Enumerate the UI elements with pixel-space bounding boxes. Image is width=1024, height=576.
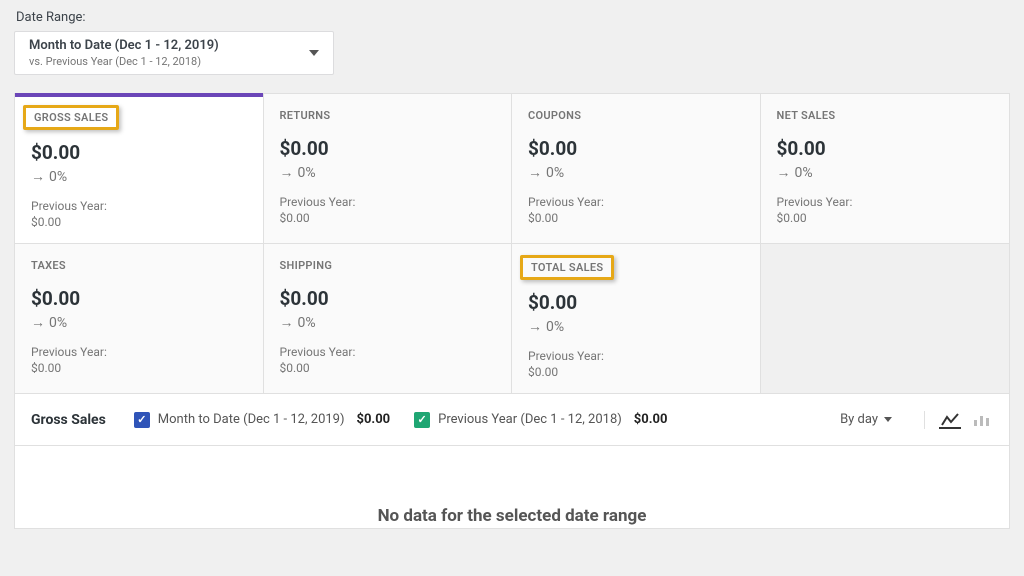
legend-bar: Gross Sales ✓ Month to Date (Dec 1 - 12,… [15,394,1009,446]
legend-primary-value: $0.00 [357,412,391,427]
chart-area: No data for the selected date range [15,446,1009,528]
arrow-right-icon [528,318,542,335]
tab-value: $0.00 [280,287,496,310]
chevron-down-icon [309,50,319,56]
tab-gross-sales[interactable]: GROSS SALES $0.00 0% Previous Year: $0.00 [15,94,264,244]
legend-secondary-label: Previous Year (Dec 1 - 12, 2018) [438,412,622,427]
tab-value: $0.00 [31,141,247,164]
metric-tabs: GROSS SALES$0.000%Previous Year:$0.00RET… [15,94,1009,394]
arrow-right-icon [528,164,542,181]
line-chart-icon[interactable] [939,411,961,429]
tab-value: $0.00 [31,287,247,310]
tab-value: $0.00 [777,137,994,160]
tab-title: COUPONS [528,109,581,122]
date-range-main: Month to Date (Dec 1 - 12, 2019) [29,38,219,53]
legend-primary-label: Month to Date (Dec 1 - 12, 2019) [158,412,345,427]
tab-prev-label: Previous Year: [777,195,994,209]
legend-title: Gross Sales [31,412,106,428]
tab-prev-label: Previous Year: [280,345,496,359]
arrow-right-icon [31,168,45,185]
tab-change: 0% [280,314,496,331]
date-range-picker[interactable]: Month to Date (Dec 1 - 12, 2019) vs. Pre… [14,31,334,75]
arrow-right-icon [777,164,791,181]
tab-prev-value: $0.00 [31,215,247,229]
arrow-right-icon [31,314,45,331]
legend-secondary[interactable]: ✓ Previous Year (Dec 1 - 12, 2018) $0.00 [414,412,667,428]
tab-prev-value: $0.00 [31,361,247,375]
tab-title: TAXES [31,259,66,272]
report-card: GROSS SALES$0.000%Previous Year:$0.00RET… [14,93,1010,529]
bar-chart-icon[interactable] [971,411,993,429]
legend-primary[interactable]: ✓ Month to Date (Dec 1 - 12, 2019) $0.00 [134,412,390,428]
tab-prev-value: $0.00 [280,211,496,225]
tab-prev-value: $0.00 [777,211,994,225]
tab-taxes[interactable]: TAXES $0.00 0% Previous Year: $0.00 [15,244,264,394]
date-range-sub: vs. Previous Year (Dec 1 - 12, 2018) [29,55,219,68]
tab-prev-label: Previous Year: [31,199,247,213]
tab-change: 0% [777,164,994,181]
tab-prev-label: Previous Year: [528,195,744,209]
legend-secondary-value: $0.00 [634,412,668,427]
tab-prev-value: $0.00 [528,211,744,225]
tab-total-sales[interactable]: TOTAL SALES $0.00 0% Previous Year: $0.00 [512,244,761,394]
arrow-right-icon [280,164,294,181]
tab-title: TOTAL SALES [520,255,614,280]
tab-change: 0% [528,318,744,335]
tab-coupons[interactable]: COUPONS $0.00 0% Previous Year: $0.00 [512,94,761,244]
tab-prev-value: $0.00 [280,361,496,375]
tab-title: GROSS SALES [23,105,119,130]
date-range-label: Date Range: [14,0,1010,31]
tab-returns[interactable]: RETURNS $0.00 0% Previous Year: $0.00 [264,94,513,244]
tab-prev-label: Previous Year: [528,349,744,363]
tab-value: $0.00 [280,137,496,160]
tab-change: 0% [31,168,247,185]
tab-title: RETURNS [280,109,331,122]
tab-prev-label: Previous Year: [280,195,496,209]
arrow-right-icon [280,314,294,331]
tab-net-sales[interactable]: NET SALES $0.00 0% Previous Year: $0.00 [761,94,1010,244]
tab-title: NET SALES [777,109,836,122]
tab-change: 0% [528,164,744,181]
tab-change: 0% [31,314,247,331]
checkbox-checked-icon: ✓ [134,412,150,428]
tab-value: $0.00 [528,291,744,314]
tab-prev-label: Previous Year: [31,345,247,359]
interval-label: By day [840,412,878,427]
interval-select[interactable]: By day [836,408,896,431]
checkbox-checked-icon: ✓ [414,412,430,428]
no-data-message: No data for the selected date range [15,506,1009,526]
tab-shipping[interactable]: SHIPPING $0.00 0% Previous Year: $0.00 [264,244,513,394]
tab-value: $0.00 [528,137,744,160]
tab-title: SHIPPING [280,259,333,272]
chart-type-toggle [924,411,993,429]
tab-prev-value: $0.00 [528,365,744,379]
tab-change: 0% [280,164,496,181]
tab-empty [761,244,1010,394]
chevron-down-icon [884,417,892,422]
